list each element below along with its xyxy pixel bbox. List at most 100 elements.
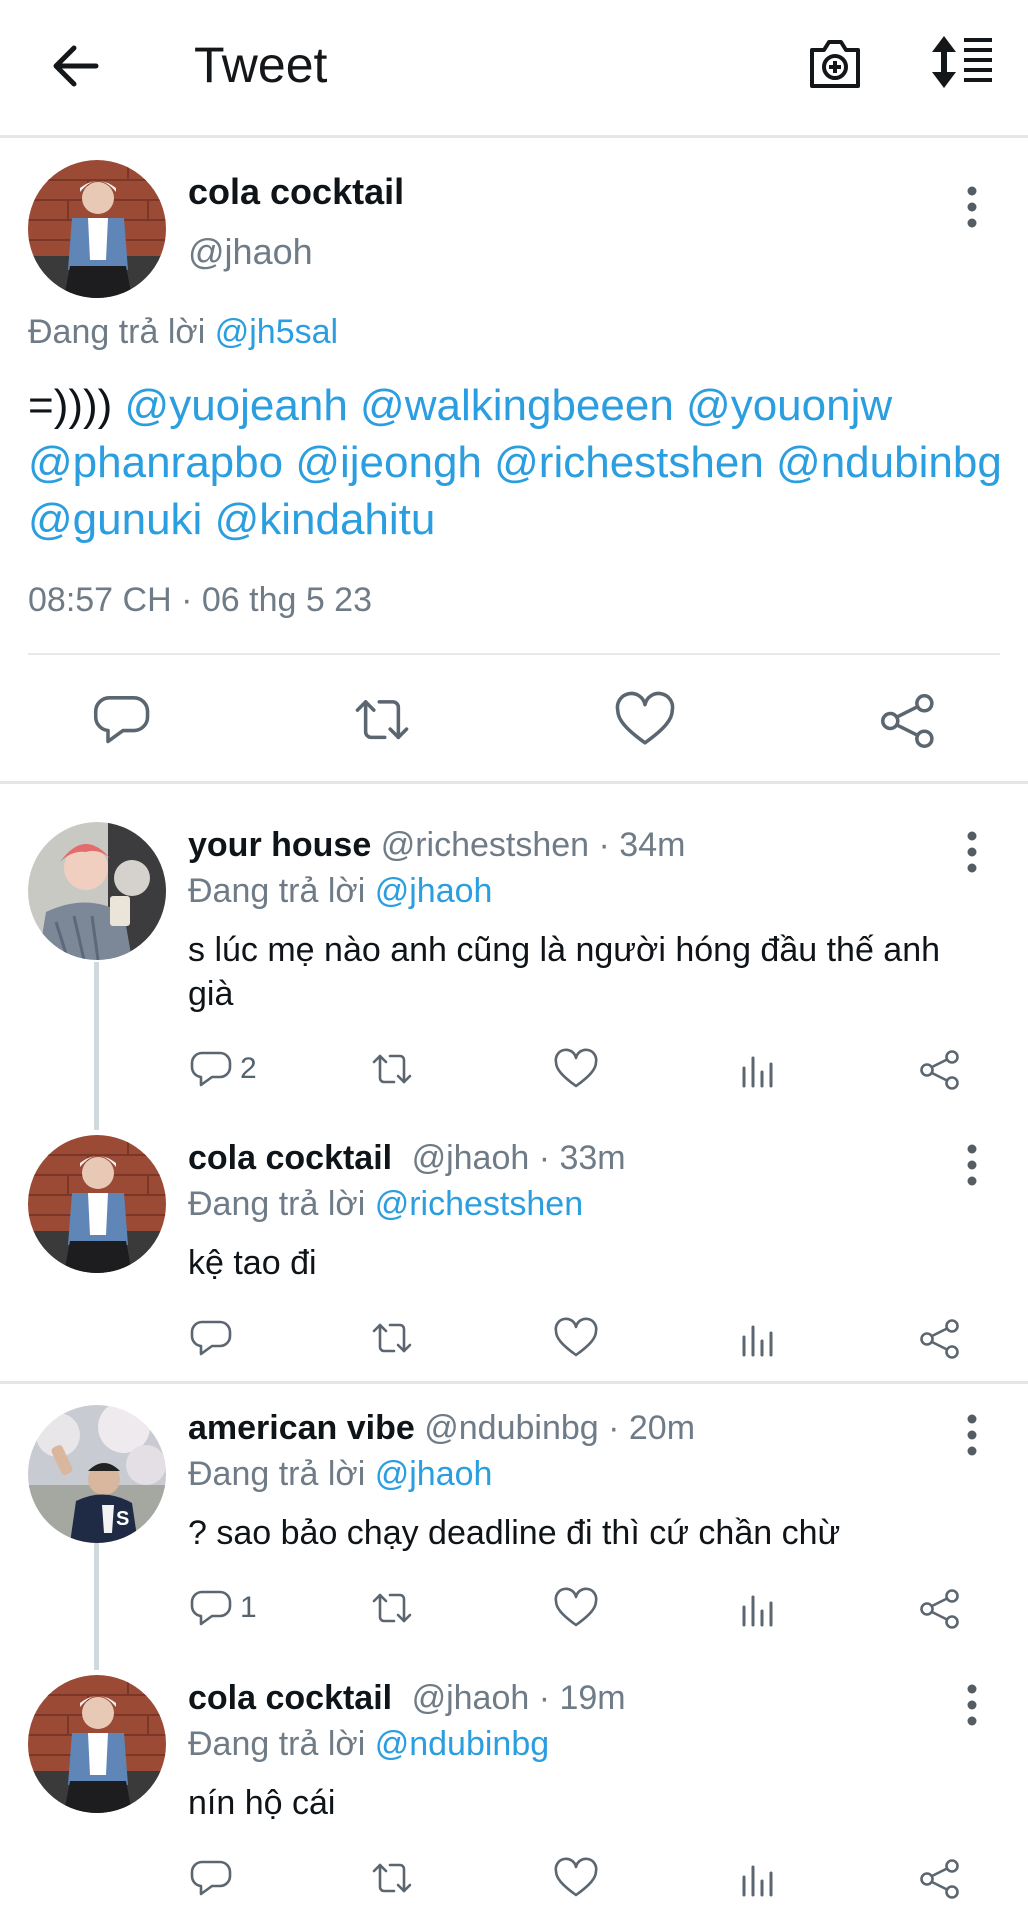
tweet-actions <box>0 661 1028 781</box>
share-icon[interactable] <box>918 1317 962 1361</box>
reply-header: cola cocktail @jhaoh · 19m <box>188 1679 626 1718</box>
page-title: Tweet <box>194 37 328 93</box>
replying-to-link[interactable]: @richestshen <box>375 1185 583 1223</box>
replying-prefix: Đang trả lời <box>28 313 206 351</box>
tweet-text-prefix: =)))) <box>28 381 113 430</box>
reply-icon[interactable] <box>190 1857 234 1901</box>
share-icon[interactable] <box>918 1048 962 1092</box>
replying-to: Đang trả lời @jh5sal <box>28 313 338 352</box>
retweet-icon[interactable] <box>370 1587 414 1631</box>
app-bar: Tweet <box>0 0 1028 138</box>
reply-tweet[interactable]: cola cocktail @jhaoh · 33m Đang trả lời … <box>0 1135 1028 1375</box>
avatar[interactable] <box>28 1135 166 1273</box>
author-name[interactable]: cola cocktail <box>188 171 404 213</box>
author-name[interactable]: your house <box>188 826 371 864</box>
more-options-icon[interactable] <box>962 185 982 229</box>
replying-to: Đang trả lời @jhaoh <box>188 1455 492 1494</box>
views-icon[interactable] <box>736 1048 780 1092</box>
reply-actions <box>0 1317 1028 1377</box>
replying-to-link[interactable]: @jhaoh <box>375 872 493 910</box>
mention-link[interactable]: @kindahitu <box>215 495 436 544</box>
author-meta[interactable]: @richestshen · 34m <box>381 826 686 864</box>
reply-header: cola cocktail @jhaoh · 33m <box>188 1139 626 1178</box>
reply-count: 1 <box>240 1591 257 1624</box>
reply-tweet[interactable]: your house @richestshen · 34m Đang trả l… <box>0 822 1028 1092</box>
reply-icon[interactable] <box>190 1317 234 1361</box>
mention-link[interactable]: @walkingbeeen <box>360 381 674 430</box>
reply-tweet[interactable]: cola cocktail @jhaoh · 19m Đang trả lời … <box>0 1675 1028 1920</box>
sort-icon[interactable] <box>930 34 996 90</box>
replying-to-link[interactable]: @jh5sal <box>215 313 338 351</box>
replying-prefix: Đang trả lời <box>188 1725 366 1763</box>
retweet-icon[interactable] <box>370 1048 414 1092</box>
like-icon[interactable] <box>554 1857 598 1901</box>
more-options-icon[interactable] <box>962 830 982 874</box>
replying-prefix: Đang trả lời <box>188 872 366 910</box>
views-icon[interactable] <box>736 1317 780 1361</box>
views-icon[interactable] <box>736 1587 780 1631</box>
mention-link[interactable]: @yuojeanh <box>125 381 348 430</box>
retweet-icon[interactable] <box>352 691 412 751</box>
reply-text: nín hộ cái <box>188 1784 336 1822</box>
divider <box>0 1381 1028 1384</box>
reply-icon[interactable] <box>190 1048 234 1092</box>
avatar[interactable] <box>28 822 166 960</box>
share-icon[interactable] <box>918 1587 962 1631</box>
reply-header: american vibe @ndubinbg · 20m <box>188 1409 695 1448</box>
mention-link[interactable]: @richestshen <box>494 438 764 487</box>
tweet-timestamp[interactable]: 08:57 CH · 06 thg 5 23 <box>28 581 372 620</box>
more-options-icon[interactable] <box>962 1413 982 1457</box>
reply-text: ? sao bảo chạy deadline đi thì cứ chần c… <box>188 1514 841 1552</box>
replying-to: Đang trả lời @richestshen <box>188 1185 583 1224</box>
replying-prefix: Đang trả lời <box>188 1185 366 1223</box>
more-options-icon[interactable] <box>962 1683 982 1727</box>
reply-actions <box>0 1857 1028 1917</box>
author-name[interactable]: cola cocktail <box>188 1679 392 1717</box>
replying-to-link[interactable]: @jhaoh <box>375 1455 493 1493</box>
reply-icon[interactable] <box>190 1587 234 1631</box>
main-tweet: cola cocktail @jhaoh Đang trả lời @jh5sa… <box>0 141 1028 781</box>
camera-plus-icon[interactable] <box>806 34 864 92</box>
author-meta[interactable]: @jhaoh · 19m <box>412 1679 626 1717</box>
back-arrow-icon[interactable] <box>48 38 104 94</box>
avatar[interactable] <box>28 1675 166 1813</box>
author-meta[interactable]: @ndubinbg · 20m <box>424 1409 695 1447</box>
mention-link[interactable]: @youonjw <box>686 381 892 430</box>
avatar[interactable] <box>28 160 166 298</box>
avatar[interactable]: S <box>28 1405 166 1543</box>
replying-to: Đang trả lời @jhaoh <box>188 872 492 911</box>
reply-count: 2 <box>240 1052 257 1085</box>
tweet-text: =)))) @yuojeanh @walkingbeeen @youonjw @… <box>28 377 1008 548</box>
like-icon[interactable] <box>554 1317 598 1361</box>
more-options-icon[interactable] <box>962 1143 982 1187</box>
reply-tweet[interactable]: S american vibe @ndubinbg · 20m Đang trả… <box>0 1405 1028 1645</box>
views-icon[interactable] <box>736 1857 780 1901</box>
author-meta[interactable]: @jhaoh · 33m <box>412 1139 626 1177</box>
replying-prefix: Đang trả lời <box>188 1455 366 1493</box>
author-handle[interactable]: @jhaoh <box>188 231 313 273</box>
reply-text: s lúc mẹ nào anh cũng là người hóng đầu … <box>188 931 941 1013</box>
share-icon[interactable] <box>878 691 938 751</box>
retweet-icon[interactable] <box>370 1317 414 1361</box>
mention-link[interactable]: @phanrapbo <box>28 438 283 487</box>
replying-to-link[interactable]: @ndubinbg <box>375 1725 549 1763</box>
reply-actions: 2 <box>0 1048 1028 1108</box>
retweet-icon[interactable] <box>370 1857 414 1901</box>
svg-text:S: S <box>116 1508 129 1530</box>
mention-link[interactable]: @gunuki <box>28 495 202 544</box>
reply-icon[interactable] <box>93 691 153 751</box>
like-icon[interactable] <box>554 1048 598 1092</box>
author-name[interactable]: cola cocktail <box>188 1139 392 1177</box>
divider <box>0 781 1028 784</box>
share-icon[interactable] <box>918 1857 962 1901</box>
divider <box>28 653 1000 655</box>
replying-to: Đang trả lời @ndubinbg <box>188 1725 549 1764</box>
mention-link[interactable]: @ijeongh <box>295 438 482 487</box>
like-icon[interactable] <box>615 691 675 751</box>
reply-header: your house @richestshen · 34m <box>188 826 685 865</box>
author-name[interactable]: american vibe <box>188 1409 415 1447</box>
reply-text: kệ tao đi <box>188 1244 317 1282</box>
reply-actions: 1 <box>0 1587 1028 1647</box>
like-icon[interactable] <box>554 1587 598 1631</box>
mention-link[interactable]: @ndubinbg <box>776 438 1002 487</box>
